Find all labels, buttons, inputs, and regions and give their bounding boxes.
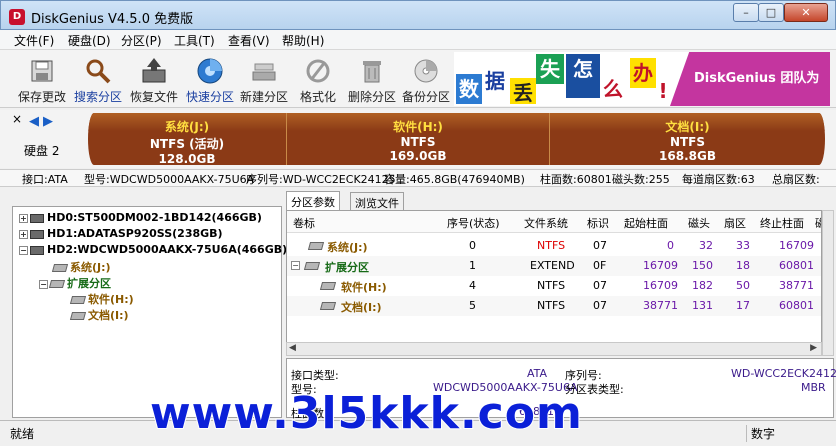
tree-item-system[interactable]: 系统(J:) xyxy=(51,259,111,275)
partition-icon xyxy=(307,242,325,250)
tree-item-hd0[interactable]: + HD0:ST500DM002-1BD142(466GB) xyxy=(19,211,262,224)
disk-detail-panel: 接口类型: ATA 序列号: WD-WCC2ECK24125 型号: WDCWD… xyxy=(286,358,836,420)
disk-label: 硬盘 2 xyxy=(24,144,60,158)
minimize-button[interactable]: – xyxy=(733,3,759,22)
menu-help[interactable]: 帮助(H) xyxy=(282,32,324,49)
disk-tree: + HD0:ST500DM002-1BD142(466GB) + HD1:ADATA… xyxy=(12,206,287,418)
status-bar: 就绪 数字 xyxy=(0,420,836,446)
tree-item-documents[interactable]: 文档(I:) xyxy=(69,307,129,323)
menu-partition[interactable]: 分区(P) xyxy=(121,32,162,49)
search-partition-button[interactable]: 搜索分区 xyxy=(70,52,126,106)
partition-bar: 系统(J:) NTFS (活动) 128.0GB 软件(H:) NTFS 169… xyxy=(88,113,825,165)
partition-table: 卷标 序号(状态) 文件系统 标识 起始柱面 磁头 扇区 终止柱面 磁 系统(J… xyxy=(286,210,822,356)
collapse-icon[interactable]: − xyxy=(291,261,300,270)
partition-icon xyxy=(48,280,66,288)
expand-icon[interactable]: + xyxy=(19,213,28,223)
horizontal-scrollbar[interactable]: ◀ ▶ xyxy=(286,342,822,356)
partition-icon xyxy=(69,312,87,320)
tab-partition-params[interactable]: 分区参数 xyxy=(286,191,340,210)
menu-disk[interactable]: 硬盘(D) xyxy=(68,32,111,49)
menu-view[interactable]: 查看(V) xyxy=(228,32,270,49)
save-icon xyxy=(31,60,53,82)
vertical-scrollbar[interactable] xyxy=(822,210,834,356)
next-disk-icon[interactable]: ▶ xyxy=(43,114,53,129)
scroll-right-icon[interactable]: ▶ xyxy=(810,343,817,353)
table-row[interactable]: 文档(I:) 5 NTFS 07 38771 131 17 60801 xyxy=(287,296,821,316)
backup-icon xyxy=(414,59,438,83)
tree-item-software[interactable]: 软件(H:) xyxy=(69,291,134,307)
collapse-icon[interactable]: − xyxy=(39,279,48,289)
partition-icon xyxy=(303,262,321,270)
menu-tools[interactable]: 工具(T) xyxy=(174,32,215,49)
quick-partition-button[interactable]: 快速分区 xyxy=(182,52,238,106)
title-bar: D DiskGenius V4.5.0 免费版 – □ ✕ xyxy=(0,0,836,30)
hard-disk-icon xyxy=(30,245,44,255)
close-panel-icon[interactable]: × xyxy=(12,112,22,126)
menu-bar: 文件(F) 硬盘(D) 分区(P) 工具(T) 查看(V) 帮助(H) xyxy=(0,30,836,50)
restore-files-button[interactable]: 恢复文件 xyxy=(126,52,182,106)
partition-icon xyxy=(319,282,337,290)
app-icon: D xyxy=(9,9,25,25)
backup-partition-button[interactable]: 备份分区 xyxy=(398,52,454,106)
table-row[interactable]: 系统(J:) 0 NTFS 07 0 32 33 16709 xyxy=(287,236,821,256)
tree-item-hd2[interactable]: − HD2:WDCWD5000AAKX-75U6A(466GB) xyxy=(19,243,287,256)
promo-banner[interactable]: 数 据 丢 失 怎 么 办 ! DiskGenius 团队为您 xyxy=(454,52,830,106)
window-title: DiskGenius V4.5.0 免费版 xyxy=(31,12,194,27)
status-text: 就绪 xyxy=(10,427,35,441)
banner-slogan: DiskGenius 团队为您 xyxy=(670,52,830,106)
menu-file[interactable]: 文件(F) xyxy=(14,32,54,49)
search-icon xyxy=(86,59,111,84)
delete-icon xyxy=(363,61,381,83)
delete-partition-button[interactable]: 删除分区 xyxy=(344,52,400,106)
save-changes-button[interactable]: 保存更改 xyxy=(14,52,70,106)
partition-block-system[interactable]: 系统(J:) NTFS (活动) 128.0GB xyxy=(88,113,286,165)
prev-disk-icon[interactable]: ◀ xyxy=(29,114,39,129)
collapse-icon[interactable]: − xyxy=(19,245,28,255)
table-header: 卷标 序号(状态) 文件系统 标识 起始柱面 磁头 扇区 终止柱面 磁 xyxy=(287,211,821,233)
tab-browse-files[interactable]: 浏览文件 xyxy=(350,192,404,210)
hard-disk-icon xyxy=(30,229,44,239)
scroll-left-icon[interactable]: ◀ xyxy=(289,343,296,353)
partition-icon xyxy=(51,264,69,272)
format-button[interactable]: 格式化 xyxy=(290,52,346,106)
partition-block-software[interactable]: 软件(H:) NTFS 169.0GB xyxy=(287,113,549,165)
partition-icon xyxy=(69,296,87,304)
tree-item-hd1[interactable]: + HD1:ADATASP920SS(238GB) xyxy=(19,227,223,240)
partition-icon xyxy=(319,302,337,310)
format-icon xyxy=(306,59,330,83)
maximize-button[interactable]: □ xyxy=(758,3,784,22)
numlock-indicator: 数字 xyxy=(746,425,775,442)
quick-partition-icon xyxy=(197,58,223,84)
restore-icon xyxy=(142,58,166,83)
disk-map-area: × ◀ ▶ 硬盘 2 系统(J:) NTFS (活动) 128.0GB 软件(H… xyxy=(0,110,836,168)
partition-block-documents[interactable]: 文档(I:) NTFS 168.8GB xyxy=(550,113,825,165)
close-button[interactable]: ✕ xyxy=(784,3,828,22)
table-row[interactable]: − 扩展分区 1 EXTEND 0F 16709 150 18 60801 xyxy=(287,256,821,276)
hard-disk-icon xyxy=(30,213,44,223)
new-partition-icon xyxy=(252,63,276,81)
disk-info-line: 接口:ATA 型号:WDCWD5000AAKX-75U6A 序列号:WD-WCC… xyxy=(0,169,836,187)
expand-icon[interactable]: + xyxy=(19,229,28,239)
new-partition-button[interactable]: 新建分区 xyxy=(236,52,292,106)
tree-item-extended[interactable]: − 扩展分区 xyxy=(39,275,111,291)
table-row[interactable]: 软件(H:) 4 NTFS 07 16709 182 50 38771 xyxy=(287,276,821,296)
